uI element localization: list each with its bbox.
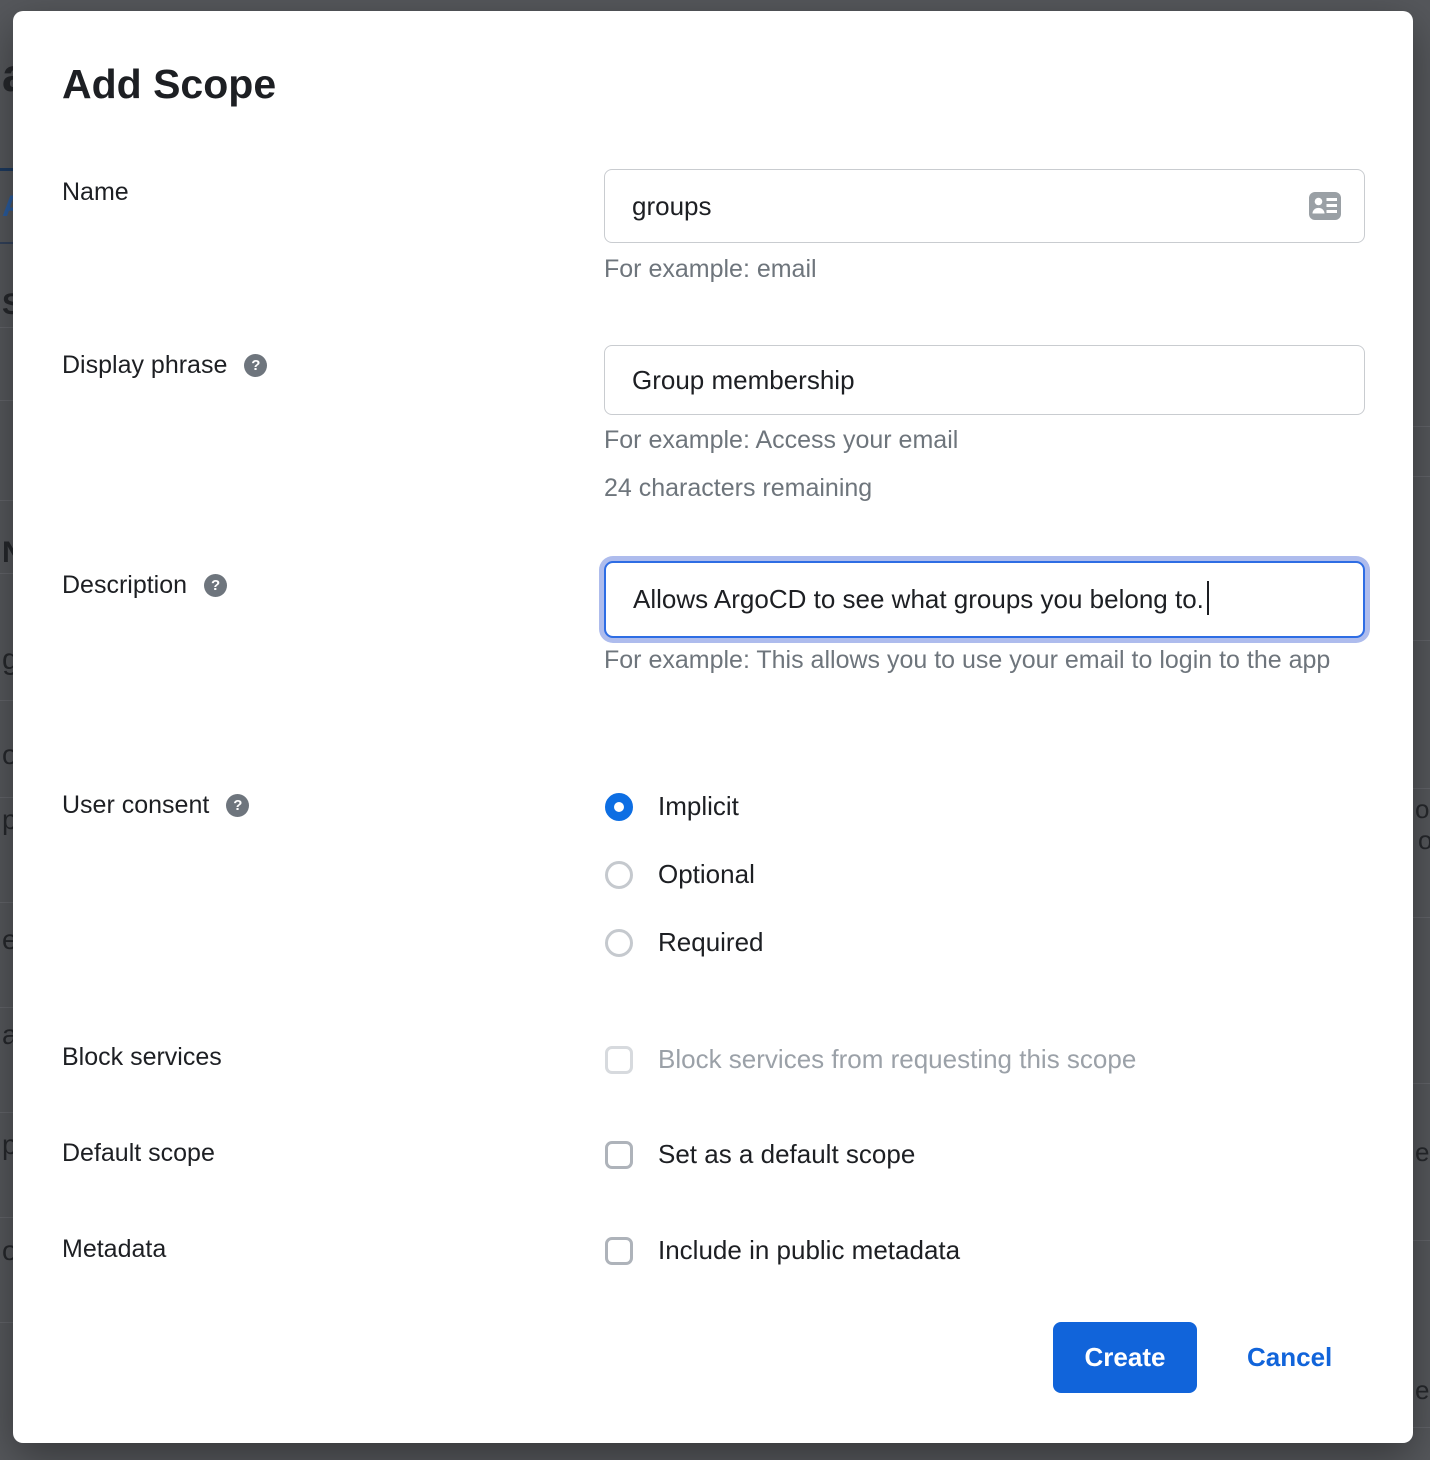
bg-text-fragment: p [2, 806, 13, 834]
bg-divider [1413, 476, 1430, 477]
add-scope-dialog: Add Scope Name groups For example: email… [13, 11, 1413, 1443]
bg-divider [0, 327, 13, 328]
description-input[interactable]: Allows ArgoCD to see what groups you bel… [604, 561, 1365, 638]
metadata-label: Metadata [62, 1235, 166, 1264]
bg-tab-underline [0, 168, 13, 171]
bg-divider [1413, 640, 1430, 641]
bg-divider [1413, 1083, 1430, 1084]
user-consent-label: User consent [62, 791, 209, 820]
bg-text-fragment: or [1415, 796, 1430, 822]
dialog-title: Add Scope [62, 61, 276, 108]
radio-label: Implicit [658, 791, 739, 822]
name-input[interactable]: groups [604, 169, 1365, 243]
radio-option-required[interactable]: Required [605, 927, 764, 958]
description-helper-text: For example: This allows you to use your… [604, 636, 1349, 684]
bg-divider [0, 1007, 13, 1008]
bg-text-fragment: o [1418, 827, 1430, 853]
bg-divider [0, 242, 13, 244]
default-scope-label: Default scope [62, 1139, 215, 1168]
name-input-value: groups [632, 191, 1308, 222]
bg-text-fragment: a [2, 1021, 13, 1049]
bg-text-fragment: e [1415, 1377, 1429, 1403]
name-helper-text: For example: email [604, 245, 817, 293]
contact-card-icon[interactable] [1308, 191, 1342, 221]
help-icon[interactable]: ? [226, 794, 249, 817]
checkbox-label: Block services from requesting this scop… [658, 1044, 1136, 1075]
display-phrase-helper-text: For example: Access your email [604, 416, 958, 464]
display-phrase-label: Display phrase [62, 351, 227, 380]
bg-divider [0, 1112, 13, 1113]
screen: a A S N g o p e a p o or o ee e [0, 0, 1430, 1460]
radio-option-optional[interactable]: Optional [605, 859, 755, 890]
characters-remaining-text: 24 characters remaining [604, 464, 872, 512]
bg-text-fragment: g [2, 645, 13, 675]
background-page-right-edge: or o ee e [1413, 0, 1430, 1460]
bg-divider [0, 797, 13, 798]
bg-text-fragment: o [2, 1237, 13, 1265]
default-scope-checkbox-row[interactable]: Set as a default scope [605, 1139, 915, 1170]
radio-label: Optional [658, 859, 755, 890]
bg-divider [0, 500, 13, 501]
checkbox-unchecked-disabled-icon [605, 1046, 633, 1074]
bg-divider [0, 700, 13, 701]
display-phrase-input[interactable]: Group membership [604, 345, 1365, 415]
radio-unselected-icon[interactable] [605, 861, 633, 889]
checkbox-label: Set as a default scope [658, 1139, 915, 1170]
bg-divider [1413, 1240, 1430, 1241]
cancel-button[interactable]: Cancel [1247, 1322, 1332, 1393]
help-icon[interactable]: ? [244, 354, 267, 377]
bg-divider [0, 902, 13, 903]
bg-divider [1413, 426, 1430, 427]
bg-text-fragment: o [2, 741, 13, 769]
bg-text-fragment: e [2, 926, 13, 954]
help-icon[interactable]: ? [204, 574, 227, 597]
bg-text-fragment: ee [1415, 1139, 1430, 1165]
bg-divider [0, 400, 13, 401]
bg-divider [1413, 917, 1430, 918]
radio-selected-icon[interactable] [605, 793, 633, 821]
bg-divider [1413, 788, 1430, 789]
description-label: Description [62, 571, 187, 600]
radio-label: Required [658, 927, 764, 958]
bg-text-fragment: N [2, 538, 13, 568]
bg-divider [0, 1322, 13, 1323]
radio-option-implicit[interactable]: Implicit [605, 791, 739, 822]
block-services-checkbox-row: Block services from requesting this scop… [605, 1044, 1136, 1075]
create-button[interactable]: Create [1053, 1322, 1197, 1393]
bg-divider [0, 573, 13, 574]
background-page-left-edge: a A S N g o p e a p o [0, 0, 13, 1460]
checkbox-unchecked-icon[interactable] [605, 1237, 633, 1265]
checkbox-unchecked-icon[interactable] [605, 1141, 633, 1169]
bg-text-fragment: S [2, 290, 13, 320]
display-phrase-input-value: Group membership [632, 365, 1342, 396]
block-services-label: Block services [62, 1043, 222, 1072]
metadata-checkbox-row[interactable]: Include in public metadata [605, 1235, 960, 1266]
bg-link-fragment: A [2, 192, 13, 222]
bg-divider [0, 1217, 13, 1218]
name-label: Name [62, 178, 129, 207]
checkbox-label: Include in public metadata [658, 1235, 960, 1266]
bg-text-fragment: a [2, 52, 13, 98]
bg-divider [1413, 1427, 1430, 1428]
radio-unselected-icon[interactable] [605, 929, 633, 957]
text-cursor [1207, 581, 1209, 615]
description-input-value: Allows ArgoCD to see what groups you bel… [633, 584, 1204, 615]
bg-text-fragment: p [2, 1131, 13, 1159]
